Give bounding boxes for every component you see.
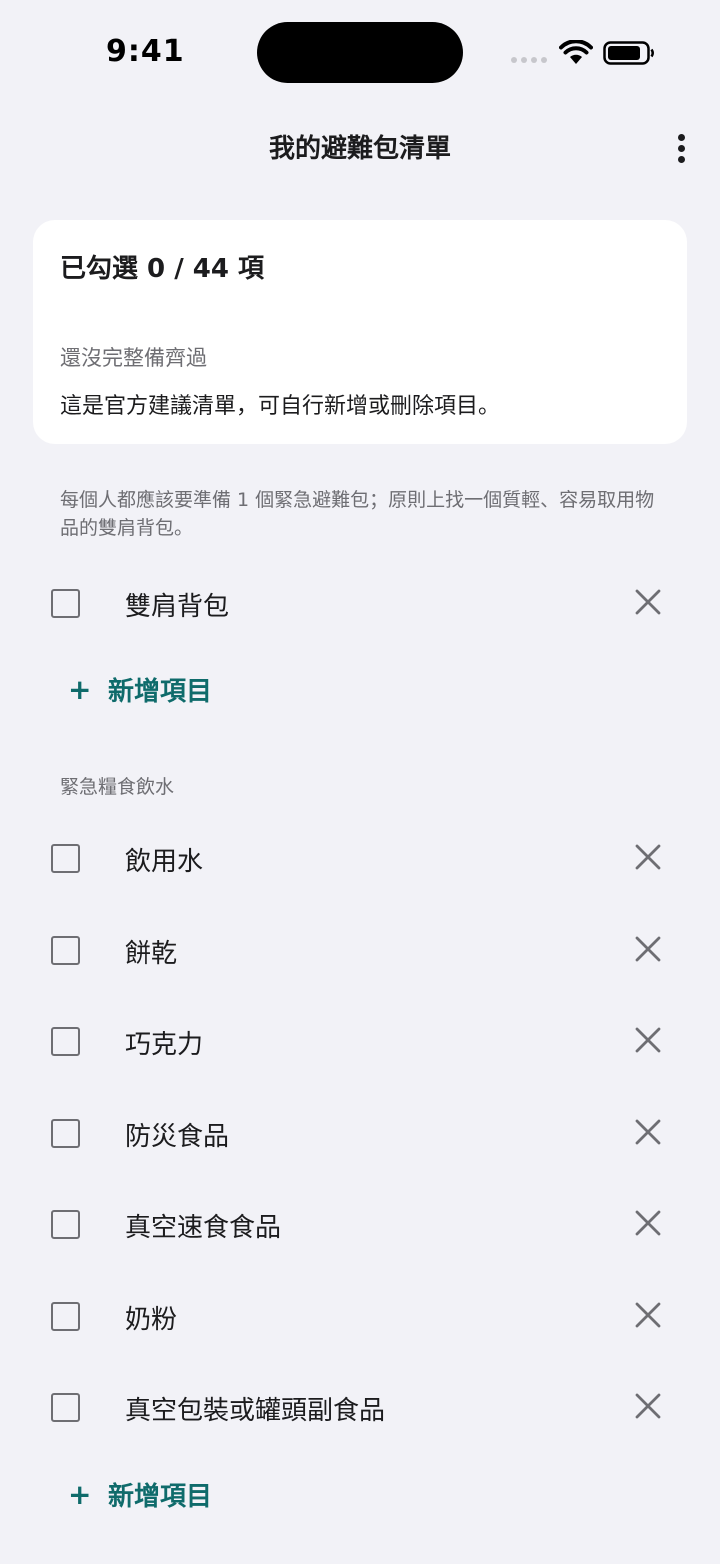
close-icon[interactable] xyxy=(630,931,666,967)
item-label: 真空速食食品 xyxy=(125,1213,282,1243)
close-icon[interactable] xyxy=(630,1297,666,1333)
add-item-label: 新增項目 xyxy=(108,1481,213,1512)
close-icon[interactable] xyxy=(630,1205,666,1241)
checked-count: 已勾選 0 / 44 項 xyxy=(60,254,264,284)
dynamic-island xyxy=(257,22,463,83)
section-description: 每個人都應該要準備 1 個緊急避難包；原則上找一個質輕、容易取用物品的雙肩背包。 xyxy=(60,489,655,539)
item-checkbox[interactable] xyxy=(51,1210,80,1239)
item-checkbox[interactable] xyxy=(51,589,80,618)
item-checkbox[interactable] xyxy=(51,1027,80,1056)
item-checkbox[interactable] xyxy=(51,936,80,965)
section-header: 緊急糧食飲水 xyxy=(60,776,175,798)
item-checkbox[interactable] xyxy=(51,1302,80,1331)
list-item[interactable]: 飲用水 xyxy=(0,829,720,889)
add-item-button[interactable]: + 新增項目 xyxy=(68,669,212,709)
add-item-label: 新增項目 xyxy=(108,676,213,707)
item-label: 防災食品 xyxy=(125,1122,230,1152)
list-item[interactable]: 防災食品 xyxy=(0,1104,720,1164)
plus-icon: + xyxy=(68,1477,92,1511)
close-icon[interactable] xyxy=(630,1022,666,1058)
status-bar: 9:41 xyxy=(0,0,720,105)
item-checkbox[interactable] xyxy=(51,1119,80,1148)
close-icon[interactable] xyxy=(630,1388,666,1424)
item-label: 真空包裝或罐頭副食品 xyxy=(125,1396,386,1426)
add-item-button[interactable]: + 新增項目 xyxy=(68,1474,212,1514)
list-item[interactable]: 餅乾 xyxy=(0,921,720,981)
item-label: 餅乾 xyxy=(125,939,178,969)
wifi-icon xyxy=(559,40,593,64)
page-title: 我的避難包清單 xyxy=(268,134,451,164)
status-time: 9:41 xyxy=(106,34,185,69)
cellular-signal-icon xyxy=(511,57,547,63)
completion-status: 還沒完整備齊過 xyxy=(60,346,207,370)
list-item[interactable]: 真空速食食品 xyxy=(0,1195,720,1255)
item-label: 奶粉 xyxy=(125,1305,178,1335)
close-icon[interactable] xyxy=(630,584,666,620)
list-item[interactable]: 奶粉 xyxy=(0,1287,720,1347)
item-checkbox[interactable] xyxy=(51,844,80,873)
list-item[interactable]: 真空包裝或罐頭副食品 xyxy=(0,1378,720,1438)
close-icon[interactable] xyxy=(630,839,666,875)
item-label: 雙肩背包 xyxy=(125,592,230,622)
plus-icon: + xyxy=(68,672,92,706)
list-item[interactable]: 雙肩背包 xyxy=(0,574,720,634)
item-checkbox[interactable] xyxy=(51,1393,80,1422)
more-vertical-icon[interactable] xyxy=(664,128,698,168)
battery-icon xyxy=(603,41,654,65)
item-label: 巧克力 xyxy=(125,1030,204,1060)
item-label: 飲用水 xyxy=(125,847,204,877)
summary-note: 這是官方建議清單，可自行新增或刪除項目。 xyxy=(60,394,501,419)
summary-card: 已勾選 0 / 44 項 還沒完整備齊過 這是官方建議清單，可自行新增或刪除項目… xyxy=(33,220,687,444)
list-item[interactable]: 巧克力 xyxy=(0,1012,720,1072)
close-icon[interactable] xyxy=(630,1114,666,1150)
